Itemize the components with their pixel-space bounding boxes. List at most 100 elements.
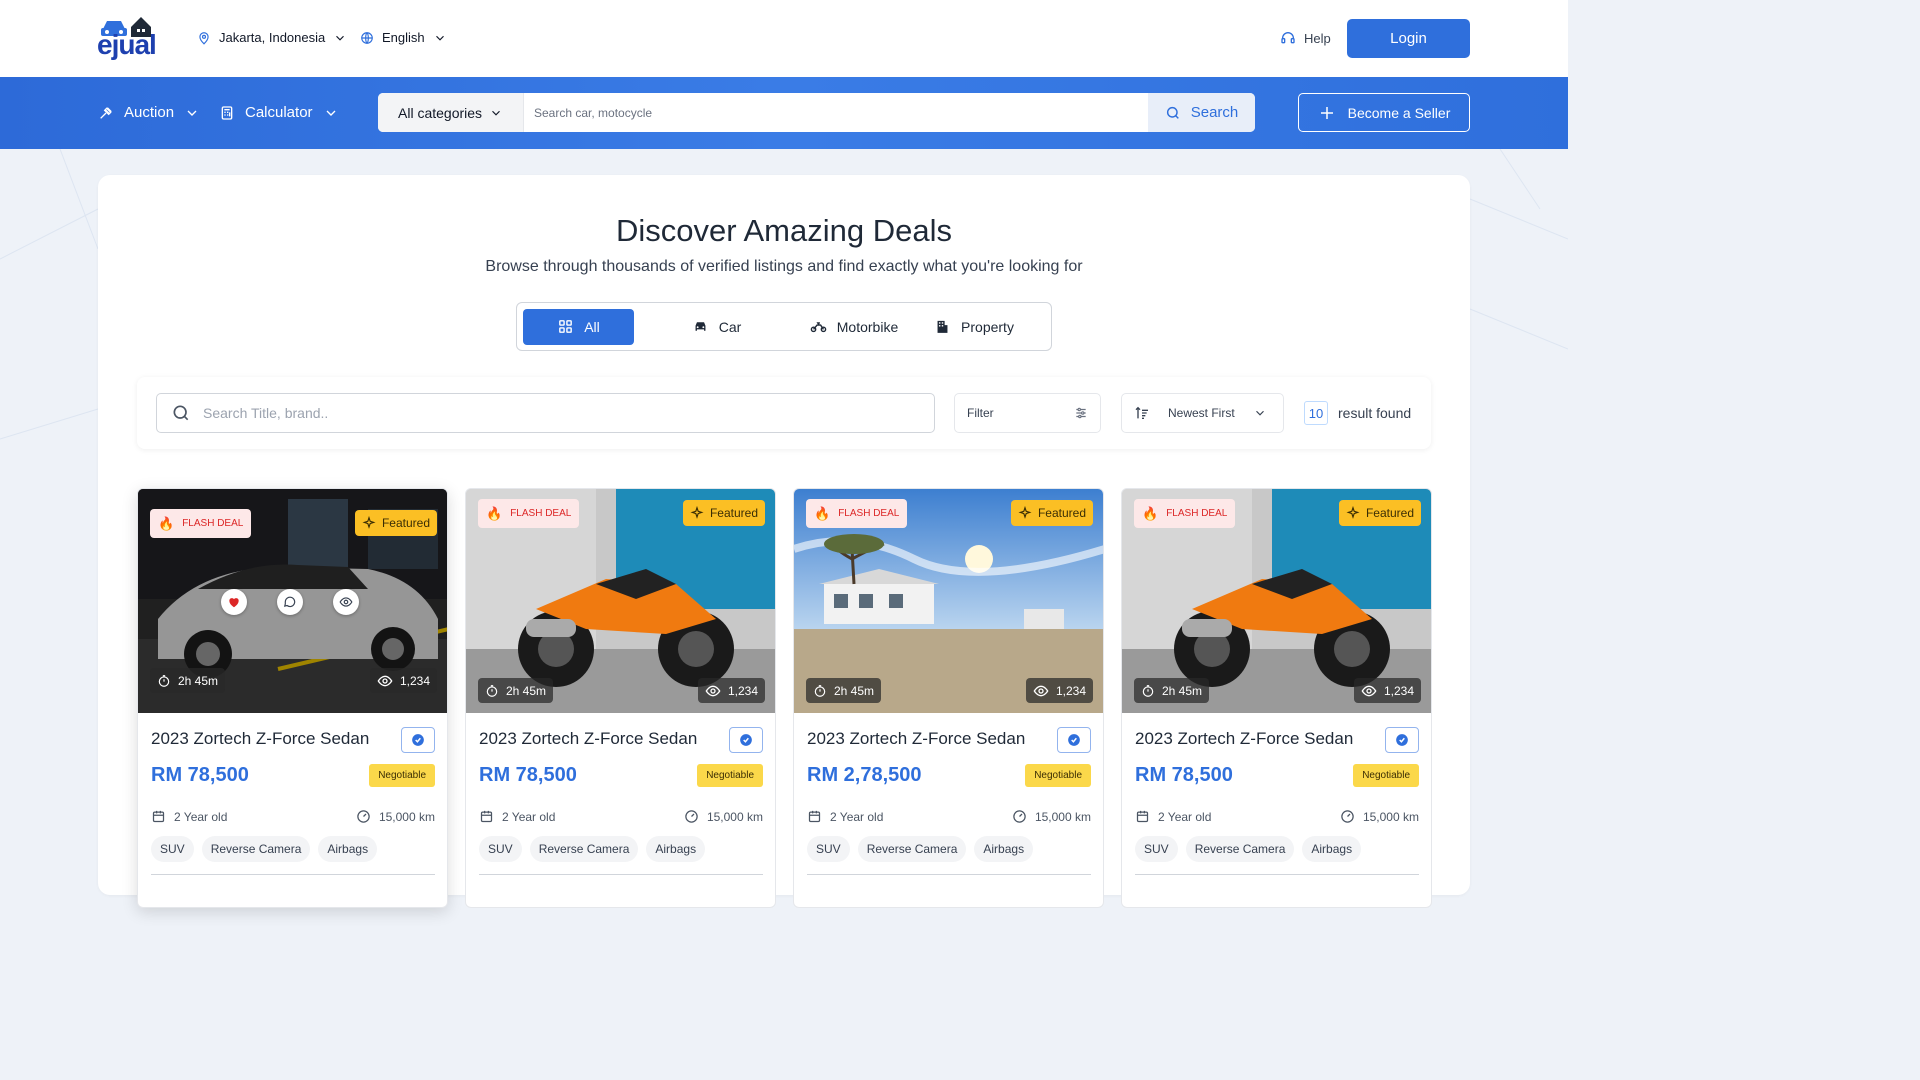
listing-title[interactable]: 2023 Zortech Z-Force Sedan bbox=[151, 729, 369, 749]
negotiable-badge: Negotiable bbox=[697, 764, 763, 787]
featured-badge: Featured bbox=[354, 510, 437, 536]
listing-title[interactable]: 2023 Zortech Z-Force Sedan bbox=[479, 729, 697, 749]
eye-icon bbox=[1361, 685, 1377, 696]
tag-chip: SUV bbox=[807, 836, 850, 862]
location-label: Jakarta, Indonesia bbox=[219, 30, 326, 45]
featured-label: Featured bbox=[709, 506, 758, 520]
verified-badge bbox=[401, 727, 435, 753]
listing-image[interactable]: 🔥 FLASH DEAL Featured 2h 45m 1,234 bbox=[1122, 489, 1431, 713]
verified-icon bbox=[740, 734, 752, 746]
listing-price: RM 78,500 bbox=[151, 764, 249, 786]
listing-tags: SUV Reverse Camera Airbags bbox=[151, 836, 378, 862]
listing-title[interactable]: 2023 Zortech Z-Force Sedan bbox=[807, 729, 1025, 749]
flash-deal-label: FLASH DEAL bbox=[1166, 508, 1228, 519]
listing-image[interactable]: 🔥 FLASH DEAL Featured 2h 45m 1,234 bbox=[138, 489, 447, 713]
page-subtitle: Browse through thousands of verified lis… bbox=[485, 258, 1083, 275]
listing-title[interactable]: 2023 Zortech Z-Force Sedan bbox=[1135, 729, 1353, 749]
verified-icon bbox=[1068, 734, 1080, 746]
listing-card[interactable]: 🔥 FLASH DEAL Featured 2h 45m 1,234 2023 … bbox=[1121, 488, 1432, 908]
verified-badge bbox=[1385, 727, 1419, 753]
listing-mileage: 15,000 km bbox=[356, 809, 435, 824]
listing-tags: SUV Reverse Camera Airbags bbox=[807, 836, 1034, 862]
views-label: 1,234 bbox=[1383, 683, 1414, 698]
featured-label: Featured bbox=[1037, 506, 1086, 520]
sliders-icon bbox=[1076, 407, 1086, 419]
views-pill: 1,234 bbox=[1025, 678, 1093, 703]
listings-panel: Discover Amazing Deals Browse through th… bbox=[98, 175, 1470, 908]
stopwatch-icon bbox=[814, 684, 826, 697]
tag-chip: Reverse Camera bbox=[1185, 836, 1295, 862]
listing-image[interactable]: 🔥 FLASH DEAL Featured 2h 45m 1,234 bbox=[466, 489, 775, 713]
tab-property[interactable]: Property bbox=[909, 309, 1039, 345]
headset-icon bbox=[1281, 32, 1295, 44]
sort-icon bbox=[1135, 406, 1148, 419]
tag-chip: Airbags bbox=[974, 836, 1034, 862]
result-count: 10 result found bbox=[1304, 401, 1411, 425]
timer-label: 2h 45m bbox=[506, 683, 547, 698]
listing-price: RM 78,500 bbox=[1135, 764, 1233, 786]
listing-card[interactable]: 🔥 FLASH DEAL Featured 2h 45m 1,234 2023 … bbox=[137, 488, 448, 908]
become-seller-button[interactable]: Become a Seller bbox=[1298, 93, 1470, 132]
tag-chip: SUV bbox=[151, 836, 194, 862]
verified-badge bbox=[1057, 727, 1091, 753]
tag-chip: Airbags bbox=[1302, 836, 1362, 862]
auction-label: Auction bbox=[124, 104, 175, 121]
global-search-input[interactable] bbox=[524, 93, 1148, 132]
listing-card[interactable]: 🔥 FLASH DEAL Featured 2h 45m 1,234 2023 … bbox=[793, 488, 1104, 908]
flash-deal-badge: 🔥 FLASH DEAL bbox=[150, 509, 252, 538]
sparkle-icon bbox=[690, 506, 704, 519]
listing-search-input[interactable] bbox=[203, 405, 920, 421]
listing-card[interactable]: 🔥 FLASH DEAL Featured 2h 45m 1,234 2023 … bbox=[465, 488, 776, 908]
search-icon bbox=[1166, 106, 1179, 119]
sort-select[interactable]: Newest First bbox=[1121, 393, 1284, 433]
category-tabs: All Car Motorbike Property bbox=[516, 302, 1052, 351]
calendar-icon bbox=[808, 810, 821, 823]
listing-age-label: 2 Year old bbox=[174, 809, 228, 824]
chat-button[interactable] bbox=[277, 589, 303, 615]
login-button[interactable]: Login bbox=[1347, 19, 1470, 58]
tag-chip: SUV bbox=[479, 836, 522, 862]
language-selector[interactable]: English bbox=[360, 30, 447, 45]
search-button[interactable]: Search bbox=[1148, 93, 1255, 132]
help-link[interactable]: Help bbox=[1280, 30, 1331, 46]
global-search: All categories Search bbox=[378, 93, 1255, 132]
views-label: 1,234 bbox=[727, 683, 758, 698]
fire-icon: 🔥 bbox=[1142, 505, 1159, 521]
views-pill: 1,234 bbox=[697, 678, 765, 703]
tab-motorbike[interactable]: Motorbike bbox=[799, 309, 909, 345]
result-count-label: result found bbox=[1338, 405, 1412, 421]
filter-button[interactable]: Filter bbox=[954, 393, 1101, 433]
listing-age-label: 2 Year old bbox=[830, 809, 884, 824]
chevron-down-icon bbox=[187, 110, 197, 116]
listing-mileage: 15,000 km bbox=[684, 809, 763, 824]
eye-icon bbox=[339, 597, 353, 607]
card-divider bbox=[807, 874, 1091, 875]
search-icon bbox=[173, 405, 189, 421]
quick-view-button[interactable] bbox=[333, 589, 359, 615]
calculator-menu[interactable]: Calculator bbox=[219, 104, 339, 121]
favorite-button[interactable] bbox=[221, 589, 247, 615]
speedometer-icon bbox=[1013, 810, 1026, 823]
category-select[interactable]: All categories bbox=[378, 93, 524, 132]
tab-car[interactable]: Car bbox=[634, 309, 799, 345]
eye-icon bbox=[705, 685, 721, 696]
timer-label: 2h 45m bbox=[1162, 683, 1203, 698]
eye-icon bbox=[377, 675, 393, 686]
card-divider bbox=[479, 874, 763, 875]
logo-text: ejual bbox=[97, 29, 157, 60]
calculator-label: Calculator bbox=[245, 104, 313, 121]
location-selector[interactable]: Jakarta, Indonesia bbox=[197, 30, 347, 45]
listing-age: 2 Year old bbox=[151, 809, 227, 824]
tab-label: All bbox=[584, 318, 600, 335]
top-bar: ejual Jakarta, Indonesia English Help Lo… bbox=[0, 0, 1568, 77]
listing-image[interactable]: 🔥 FLASH DEAL Featured 2h 45m 1,234 bbox=[794, 489, 1103, 713]
auction-menu[interactable]: Auction bbox=[98, 104, 200, 121]
verified-badge bbox=[729, 727, 763, 753]
brand-logo[interactable]: ejual bbox=[97, 15, 165, 61]
tag-chip: Reverse Camera bbox=[857, 836, 967, 862]
featured-label: Featured bbox=[1365, 506, 1414, 520]
tab-all[interactable]: All bbox=[523, 308, 634, 345]
stopwatch-icon bbox=[1142, 684, 1154, 697]
card-divider bbox=[1135, 874, 1419, 875]
nav-bar: Auction Calculator All categories Search… bbox=[0, 77, 1568, 149]
